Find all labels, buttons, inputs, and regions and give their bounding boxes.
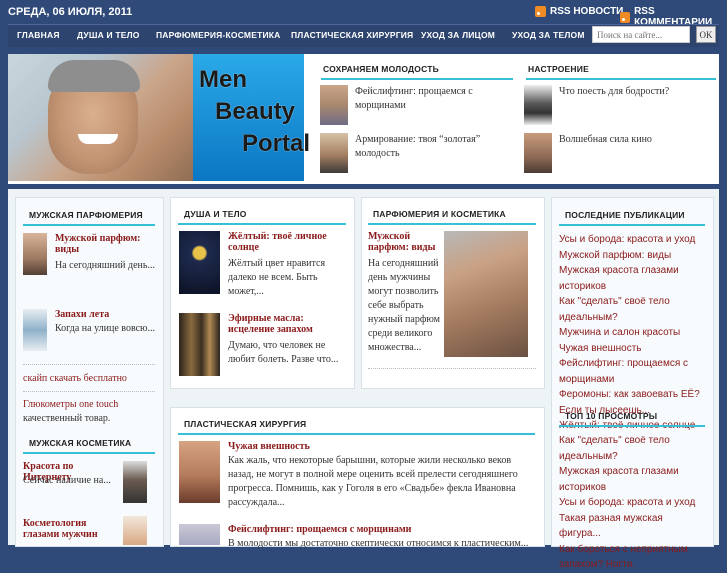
thumb-essential-oils[interactable] — [179, 313, 220, 376]
banner-title-line3: Portal — [242, 130, 311, 157]
nav-item-home[interactable]: ГЛАВНАЯ — [17, 30, 60, 40]
nav-item-body-care[interactable]: УХОД ЗА ТЕЛОМ — [512, 30, 585, 40]
thumb-cosmetology[interactable] — [123, 516, 147, 545]
thumb-facelift-2[interactable] — [179, 524, 220, 545]
left-post-summer-scents[interactable]: Запахи лета — [55, 309, 155, 320]
header-post-armoring[interactable]: Армирование: твоя “золотая” молодость — [355, 133, 505, 161]
body-soul-post-yellow[interactable]: Жёлтый: твоё личное солнце — [228, 231, 346, 253]
banner-title-line2: Beauty — [215, 98, 296, 125]
left-post-summer-scents-excerpt: Когда на улице вовсю... — [55, 323, 156, 334]
thumb-facelift[interactable] — [320, 85, 348, 125]
search-button[interactable]: OK — [696, 26, 716, 43]
divider — [526, 78, 716, 80]
nav-item-perfumery[interactable]: ПАРФЮМЕРИЯ-КОСМЕТИКА — [156, 30, 281, 40]
plastic-post-facelift-excerpt: В молодости мы достаточно скептически от… — [228, 538, 529, 549]
top10-item[interactable]: Такая разная мужская фигура... — [559, 511, 705, 542]
body-soul-post-yellow-excerpt: Жёлтый цвет нравится далеко не всем. Быт… — [228, 258, 326, 297]
ad-link-glucometers[interactable]: Глюкометры one touch — [23, 399, 118, 410]
plastic-post-appearance-excerpt: Как жаль, что некоторые барышни, которые… — [228, 455, 518, 508]
ad-link-glucometers-tail: качественный товар. — [23, 413, 111, 424]
recent-list: Усы и борода: красота и уход Мужской пар… — [559, 232, 705, 434]
section-title-mens-perfume: МУЖСКАЯ ПАРФЮМЕРИЯ — [29, 210, 143, 220]
thumb-armoring[interactable] — [320, 133, 348, 173]
search-input[interactable] — [592, 26, 690, 43]
thumb-summer-scents[interactable] — [23, 309, 47, 351]
divider — [178, 433, 535, 435]
thumb-food[interactable] — [524, 85, 552, 125]
header-post-cinema[interactable]: Волшебная сила кино — [559, 133, 709, 147]
top10-item[interactable]: Усы и борода: красота и уход — [559, 495, 705, 511]
banner-title-line1: Men — [199, 66, 247, 93]
header-post-facelift[interactable]: Фейслифтинг: прощаемся с морщинами — [355, 85, 505, 113]
section-title-youth: СОХРАНЯЕМ МОЛОДОСТЬ — [323, 64, 439, 74]
ad-link-skype[interactable]: скайп скачать бесплатно — [23, 373, 127, 384]
body-soul-post-oils[interactable]: Эфирные масла: исцеление запахом — [228, 313, 346, 335]
thumb-perfume-man[interactable] — [444, 231, 528, 357]
top10-item[interactable]: Как бороться с неприятным запахом? Ногти… — [559, 542, 705, 573]
recent-item[interactable]: Как "сделать" своё тело идеальным? — [559, 294, 705, 325]
body-soul-post-oils-excerpt: Думаю, что человек не любит болеть. Разв… — [228, 340, 339, 365]
divider — [23, 224, 155, 226]
nav-item-body-soul[interactable]: ДУША И ТЕЛО — [77, 30, 140, 40]
banner-photo — [8, 54, 198, 181]
left-post-perfume-types[interactable]: Мужской парфюм: виды — [55, 233, 155, 255]
plastic-post-appearance[interactable]: Чужая внешность — [228, 441, 310, 452]
divider — [368, 223, 536, 225]
left-post-cosmetology[interactable]: Косметология глазами мужчин — [23, 518, 123, 540]
section-title-mood: НАСТРОЕНИЕ — [528, 64, 589, 74]
header-post-food[interactable]: Что поесть для бодрости? — [559, 85, 709, 99]
recent-item[interactable]: Мужчина и салон красоты — [559, 325, 705, 341]
nav-item-face-care[interactable]: УХОД ЗА ЛИЦОМ — [421, 30, 495, 40]
thumb-perfume-types[interactable] — [23, 233, 47, 275]
nav-item-plastic-surgery[interactable]: ПЛАСТИЧЕСКАЯ ХИРУРГИЯ — [291, 30, 413, 40]
divider — [559, 224, 705, 226]
divider — [321, 78, 513, 80]
section-title-plastic-surgery: ПЛАСТИЧЕСКАЯ ХИРУРГИЯ — [184, 419, 307, 429]
divider — [23, 452, 155, 454]
rss-news-label: RSS НОВОСТИ — [550, 6, 624, 17]
left-post-perfume-types-excerpt: На сегодняшний день... — [55, 260, 155, 271]
perfume-post-types-excerpt: На сегодняшний день мужчины могут позвол… — [368, 258, 440, 353]
section-title-recent: ПОСЛЕДНИЕ ПУБЛИКАЦИИ — [565, 210, 685, 220]
recent-item[interactable]: Фейслифтинг: прощаемся с морщинами — [559, 356, 705, 387]
perfume-post-types[interactable]: Мужской парфюм: виды — [368, 231, 440, 253]
recent-item[interactable]: Мужской парфюм: виды — [559, 248, 705, 264]
current-date: СРЕДА, 06 ИЮЛЯ, 2011 — [8, 6, 133, 18]
recent-item[interactable]: Мужская красота глазами историков — [559, 263, 705, 294]
recent-item[interactable]: Усы и борода: красота и уход — [559, 232, 705, 248]
top10-list: Как "сделать" своё тело идеальным? Мужск… — [559, 433, 705, 573]
divider — [23, 391, 155, 392]
thumb-alien-appearance[interactable] — [179, 441, 220, 503]
section-title-body-soul: ДУША И ТЕЛО — [184, 209, 247, 219]
plastic-post-facelift[interactable]: Фейслифтинг: прощаемся с морщинами — [228, 524, 411, 535]
rss-news-link[interactable]: RSS НОВОСТИ — [535, 6, 623, 17]
thumb-cinema[interactable] — [524, 133, 552, 173]
rss-icon — [620, 11, 631, 23]
divider — [23, 364, 155, 365]
divider — [368, 368, 536, 369]
section-title-perfume-cosmetics: ПАРФЮМЕРИЯ И КОСМЕТИКА — [373, 209, 506, 219]
divider — [178, 223, 346, 225]
left-post-internet-beauty-excerpt: Сейчас наличие на... — [23, 475, 111, 486]
top10-item[interactable]: Как "сделать" своё тело идеальным? — [559, 433, 705, 464]
section-title-top10: ТОП 10 ПРОСМОТРЫ — [565, 411, 658, 421]
rss-icon — [535, 6, 546, 17]
thumb-internet-beauty[interactable] — [123, 461, 147, 503]
section-title-mens-cosmetics: МУЖСКАЯ КОСМЕТИКА — [29, 438, 132, 448]
divider — [559, 425, 705, 427]
top10-item[interactable]: Мужская красота глазами историков — [559, 464, 705, 495]
recent-item[interactable]: Чужая внешность — [559, 341, 705, 357]
thumb-yellow[interactable] — [179, 231, 220, 294]
